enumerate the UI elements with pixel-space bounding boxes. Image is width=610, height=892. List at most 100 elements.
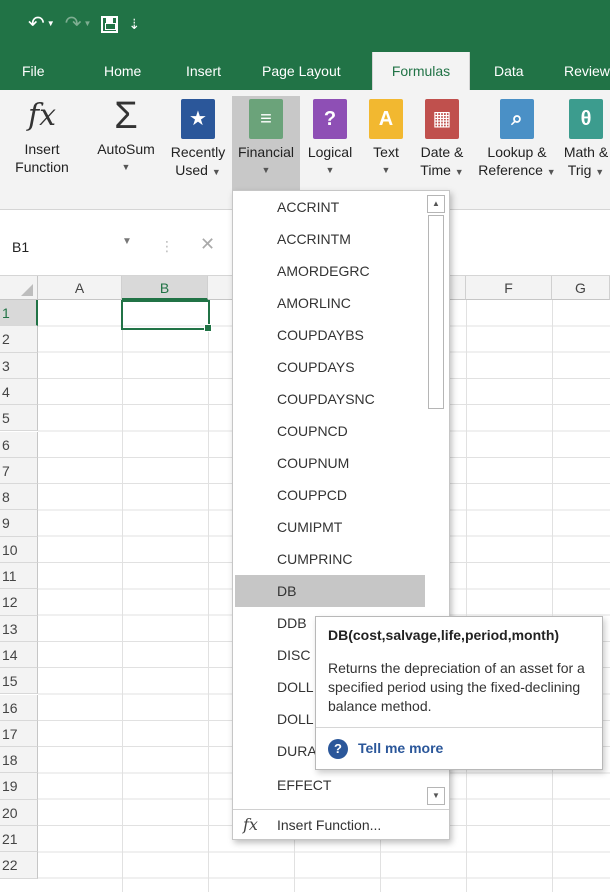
date-time-button[interactable]: ▦ Date & Time ▼ [412,96,472,200]
menu-item-cumipmt[interactable]: CUMIPMT [235,511,425,543]
insert-function-button[interactable]: fx Insert Function [0,96,84,200]
help-icon[interactable]: ? [328,739,348,759]
chevron-down-icon: ▼ [83,19,92,28]
menu-item-coupdaysnc[interactable]: COUPDAYSNC [235,383,425,415]
row-header[interactable]: 6 [0,431,38,458]
scroll-down-icon[interactable]: ▼ [427,787,445,805]
financial-book-icon: ≡ [249,99,283,139]
chevron-down-icon: ▼ [211,167,221,177]
financial-label: Financial [237,144,295,160]
row-header[interactable]: 22 [0,852,38,879]
tooltip-syntax: DB(cost,salvage,life,period,month) [328,627,560,643]
function-tooltip: DB(cost,salvage,life,period,month) Retur… [315,616,603,770]
math-trig-label-2: Trig [567,162,592,178]
menu-item-accrint[interactable]: ACCRINT [235,191,425,223]
row-header[interactable]: 21 [0,826,38,853]
tell-me-more-link[interactable]: Tell me more [358,740,443,756]
insert-function-menu-label: Insert Function... [277,817,382,833]
math-trig-label-1: Math & [563,144,609,160]
menu-item-effect[interactable]: EFFECT [235,769,425,801]
undo-button[interactable]: ↶ ▼ [28,12,55,36]
row-header[interactable]: 7 [0,457,38,485]
recently-used-label-2: Used [175,162,208,178]
undo-icon: ↶ [28,13,45,35]
row-header[interactable]: 11 [0,563,38,590]
tab-page-layout[interactable]: Page Layout [262,52,341,90]
row-header[interactable]: 13 [0,615,38,642]
row-header[interactable]: 2 [0,326,38,353]
row-header[interactable]: 10 [0,536,38,563]
chevron-down-icon[interactable]: ▼ [122,236,132,247]
theta-icon: θ [569,99,603,139]
chevron-down-icon: ▼ [121,162,131,172]
row-header[interactable]: 12 [0,589,38,616]
row-header[interactable]: 5 [0,405,38,432]
title-bar: ↶ ▼ ↷ ▼ ⇣ [0,0,610,52]
ribbon-tabs: File Home Insert Page Layout Formulas Da… [0,52,610,90]
quick-access-toolbar: ↶ ▼ ↷ ▼ ⇣ [28,12,140,36]
date-time-label-2: Time [420,162,451,178]
calendar-icon: ▦ [425,99,459,139]
menu-item-accrintm[interactable]: ACCRINTM [235,223,425,255]
menu-item-coupdays[interactable]: COUPDAYS [235,351,425,383]
row-header[interactable]: 16 [0,694,38,721]
row-header[interactable]: 19 [0,773,38,800]
column-header-a[interactable]: A [38,276,122,300]
row-header[interactable]: 9 [0,510,38,537]
row-header[interactable]: 4 [0,378,38,406]
row-header[interactable]: 18 [0,747,38,774]
menu-item-coupdaybs[interactable]: COUPDAYBS [235,319,425,351]
chevron-down-icon: ▼ [595,167,605,177]
row-header[interactable]: 8 [0,484,38,511]
recently-used-button[interactable]: ★ Recently Used ▼ [164,96,232,200]
save-button[interactable] [101,15,119,33]
scroll-up-icon[interactable]: ▲ [427,195,445,213]
cancel-icon[interactable]: ✕ [200,234,215,255]
row-header[interactable]: 15 [0,668,38,695]
insert-function-menu-item[interactable]: fx Insert Function... [233,811,449,839]
select-all-corner[interactable] [0,276,38,300]
financial-button[interactable]: ≡ Financial ▼ [232,96,300,200]
tab-data[interactable]: Data [494,52,524,90]
row-header[interactable]: 17 [0,720,38,748]
menu-item-amordegrc[interactable]: AMORDEGRC [235,255,425,287]
row-header[interactable]: 14 [0,641,38,669]
tab-formulas[interactable]: Formulas [372,52,470,90]
chevron-down-icon: ▼ [261,165,271,175]
chevron-down-icon: ▼ [46,19,55,28]
formula-bar-grip-icon: ⋮ [160,238,174,254]
menu-item-couppcd[interactable]: COUPPCD [235,479,425,511]
row-header[interactable]: 20 [0,799,38,826]
menu-item-coupnum[interactable]: COUPNUM [235,447,425,479]
menu-item-amorlinc[interactable]: AMORLINC [235,287,425,319]
menu-item-coupncd[interactable]: COUPNCD [235,415,425,447]
text-book-icon: A [369,99,403,139]
autosum-button[interactable]: Σ AutoSum ▼ [90,96,162,200]
customize-qat-button[interactable]: ⇣ [128,12,140,36]
menu-item-db[interactable]: DB [235,575,425,607]
menu-item-cumprinc[interactable]: CUMPRINC [235,543,425,575]
tab-insert[interactable]: Insert [186,52,221,90]
tooltip-divider [316,727,602,728]
redo-button[interactable]: ↷ ▼ [65,12,92,36]
column-header-g[interactable]: G [552,276,610,300]
tab-review[interactable]: Review [564,52,610,90]
chevron-down-icon: ▼ [454,167,464,177]
logical-button[interactable]: ? Logical ▼ [302,96,358,200]
tab-home[interactable]: Home [104,52,141,90]
active-cell-b1[interactable] [121,300,212,332]
lookup-reference-label-2: Reference [478,162,543,178]
scroll-thumb[interactable] [428,215,444,409]
math-trig-button[interactable]: θ Math & Trig ▼ [562,96,610,200]
text-button[interactable]: A Text ▼ [362,96,410,200]
column-header-f[interactable]: F [466,276,552,300]
row-header[interactable]: 1 [0,300,38,327]
row-header[interactable]: 3 [0,352,38,379]
tab-file[interactable]: File [22,52,45,90]
column-header-b[interactable]: B [122,276,208,300]
lookup-reference-button[interactable]: ⌕ Lookup & Reference ▼ [474,96,560,200]
customize-qat-icon: ⇣ [128,16,141,32]
question-book-icon: ? [313,99,347,139]
logical-label: Logical [307,144,353,160]
fx-icon: fx [27,98,57,133]
